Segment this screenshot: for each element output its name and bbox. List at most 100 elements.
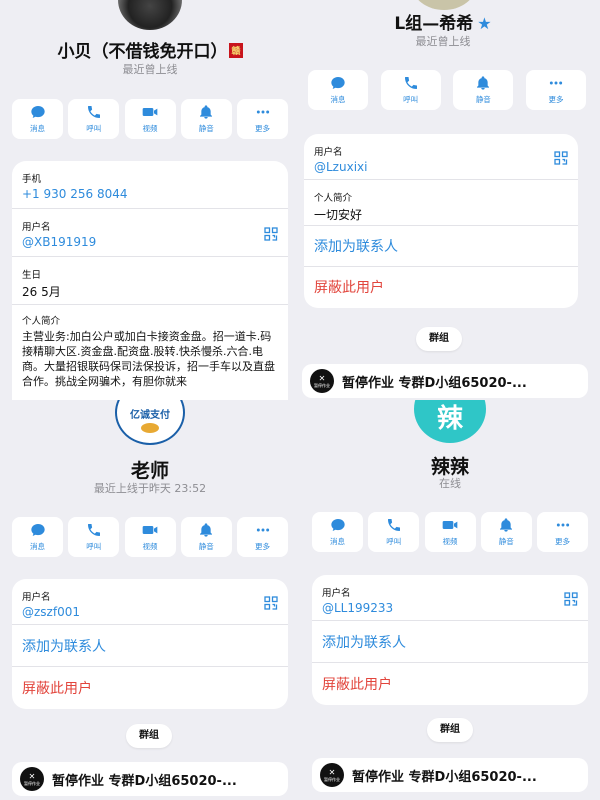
phone-icon <box>387 519 400 531</box>
username-row[interactable]: 用户名 @XB191919 <box>12 209 288 257</box>
mute-button[interactable]: 静音 <box>453 70 514 110</box>
block-user-button[interactable]: 屏蔽此用户 <box>22 678 278 698</box>
block-row[interactable]: 屏蔽此用户 <box>312 663 588 705</box>
online-status: 在线 <box>439 477 461 490</box>
message-icon <box>331 77 345 89</box>
phone-icon <box>87 524 100 536</box>
group-list-item[interactable]: ✕ 暂停作业 暂停作业 专群D小组65020-... <box>312 758 588 792</box>
more-icon <box>256 110 269 114</box>
call-button[interactable]: 呼叫 <box>380 70 441 110</box>
video-button[interactable]: 视频 <box>124 517 176 557</box>
message-button[interactable]: 消息 <box>308 70 368 110</box>
block-row[interactable]: 屏蔽此用户 <box>12 667 288 709</box>
info-card: 用户名 @LL199233 添加为联系人 屏蔽此用户 <box>312 575 588 705</box>
call-button[interactable]: 呼叫 <box>68 517 120 557</box>
profile-panel-xiaobei: 小贝（不借钱免开口）赣 最近曾上线 消息 呼叫 视频 静音 更多 手机 +1 9… <box>0 0 300 400</box>
username-value[interactable]: @zszf001 <box>22 605 278 619</box>
profile-panel-laoshi: 亿诚支付 老师 最近上线于昨天 23:52 消息 呼叫 视频 静音 更多 用户名… <box>0 400 300 800</box>
contact-name: 小贝（不借钱免开口）赣 <box>57 42 243 62</box>
birthday-label: 生日 <box>22 270 42 281</box>
video-icon <box>442 521 458 529</box>
username-label: 用户名 <box>322 588 351 599</box>
message-button[interactable]: 消息 <box>12 99 63 139</box>
call-button[interactable]: 呼叫 <box>368 512 420 552</box>
bio-row: 个人简介 主营业务:加白公户或加白卡接资金盘。招一道卡.码接精聊大区.资金盘.配… <box>12 305 288 395</box>
more-button[interactable]: 更多 <box>237 517 288 557</box>
phone-label: 手机 <box>22 174 42 185</box>
message-icon <box>30 106 45 118</box>
block-row[interactable]: 屏蔽此用户 <box>304 267 578 308</box>
add-contact-row[interactable]: 添加为联系人 <box>304 226 578 267</box>
group-list-item[interactable]: ✕ 暂停作业 暂停作业 专群D小组65020-... <box>12 762 288 796</box>
call-button[interactable]: 呼叫 <box>68 99 120 139</box>
message-icon <box>330 519 345 531</box>
contact-name: 老师 <box>130 460 169 482</box>
info-card: 用户名 @zszf001 添加为联系人 屏蔽此用户 <box>12 579 288 709</box>
group-name: 暂停作业 专群D小组65020-... <box>52 773 237 789</box>
mute-button[interactable]: 静音 <box>180 99 232 139</box>
group-list-item[interactable]: ✕ 暂停作业 暂停作业 专群D小组65020-... <box>302 364 588 398</box>
qr-code-icon[interactable] <box>554 150 568 165</box>
add-contact-row[interactable]: 添加为联系人 <box>312 621 588 663</box>
qr-code-icon[interactable] <box>264 595 278 610</box>
video-icon <box>142 108 158 116</box>
video-button[interactable]: 视频 <box>424 512 476 552</box>
mute-button[interactable]: 静音 <box>480 512 532 552</box>
add-contact-button[interactable]: 添加为联系人 <box>314 236 568 256</box>
tab-groups[interactable]: 群组 <box>416 327 462 351</box>
coin-icon <box>141 423 159 433</box>
region-badge: 赣 <box>229 43 243 58</box>
username-value[interactable]: @Lzuxixi <box>314 160 568 174</box>
username-label: 用户名 <box>22 222 51 233</box>
bell-icon <box>477 76 490 90</box>
phone-icon <box>87 106 100 118</box>
username-row[interactable]: 用户名 @LL199233 <box>312 575 588 621</box>
last-seen-status: 最近曾上线 <box>415 35 471 48</box>
avatar: 亿诚支付 <box>115 400 185 445</box>
username-value[interactable]: @LL199233 <box>322 601 578 615</box>
username-value[interactable]: @XB191919 <box>22 235 278 249</box>
more-button[interactable]: 更多 <box>537 512 588 552</box>
message-button[interactable]: 消息 <box>312 512 363 552</box>
group-logo: ✕ 暂停作业 <box>20 767 44 791</box>
username-row[interactable]: 用户名 @Lzuxixi <box>304 134 578 180</box>
add-contact-button[interactable]: 添加为联系人 <box>322 632 578 652</box>
avatar <box>118 0 182 30</box>
add-contact-button[interactable]: 添加为联系人 <box>22 636 278 656</box>
phone-value[interactable]: +1 930 256 8044 <box>22 187 278 201</box>
star-icon: ★ <box>477 14 492 33</box>
qr-code-icon[interactable] <box>264 226 278 241</box>
block-user-button[interactable]: 屏蔽此用户 <box>314 277 568 297</box>
bell-icon <box>500 518 513 532</box>
qr-code-icon[interactable] <box>564 591 578 606</box>
group-name: 暂停作业 专群D小组65020-... <box>342 375 527 391</box>
action-bar: 消息 呼叫 视频 静音 更多 <box>312 512 588 552</box>
bio-label: 个人简介 <box>314 193 353 204</box>
tab-groups[interactable]: 群组 <box>427 718 473 742</box>
action-bar: 消息 呼叫 视频 静音 更多 <box>12 99 288 139</box>
bio-label: 个人简介 <box>22 316 61 327</box>
birthday-value: 26 5月 <box>22 285 61 299</box>
avatar: 辣 <box>414 400 486 443</box>
profile-panel-lala: 辣 辣辣 在线 消息 呼叫 视频 静音 更多 用户名 @LL199233 添加为… <box>300 400 600 800</box>
block-user-button[interactable]: 屏蔽此用户 <box>322 674 578 694</box>
bell-icon <box>200 105 213 119</box>
more-button[interactable]: 更多 <box>237 99 288 139</box>
add-contact-row[interactable]: 添加为联系人 <box>12 625 288 667</box>
video-button[interactable]: 视频 <box>124 99 176 139</box>
message-button[interactable]: 消息 <box>12 517 63 557</box>
bio-value: 一切安好 <box>314 208 363 222</box>
username-row[interactable]: 用户名 @zszf001 <box>12 579 288 625</box>
contact-name: L组—希希 ★ <box>394 14 492 34</box>
more-icon <box>549 81 563 85</box>
tab-groups[interactable]: 群组 <box>126 724 172 748</box>
phone-row[interactable]: 手机 +1 930 256 8044 <box>12 161 288 209</box>
group-logo: ✕ 暂停作业 <box>310 369 334 393</box>
mute-button[interactable]: 静音 <box>180 517 232 557</box>
more-button[interactable]: 更多 <box>525 70 586 110</box>
more-icon <box>256 528 269 532</box>
birthday-row: 生日 26 5月 <box>12 257 288 305</box>
bell-icon <box>200 523 213 537</box>
profile-panel-xixi: L组—希希 ★ 最近曾上线 消息 呼叫 静音 更多 用户名 @Lzuxixi 个人… <box>300 0 600 400</box>
last-seen-status: 最近上线于昨天 23:52 <box>93 482 207 495</box>
